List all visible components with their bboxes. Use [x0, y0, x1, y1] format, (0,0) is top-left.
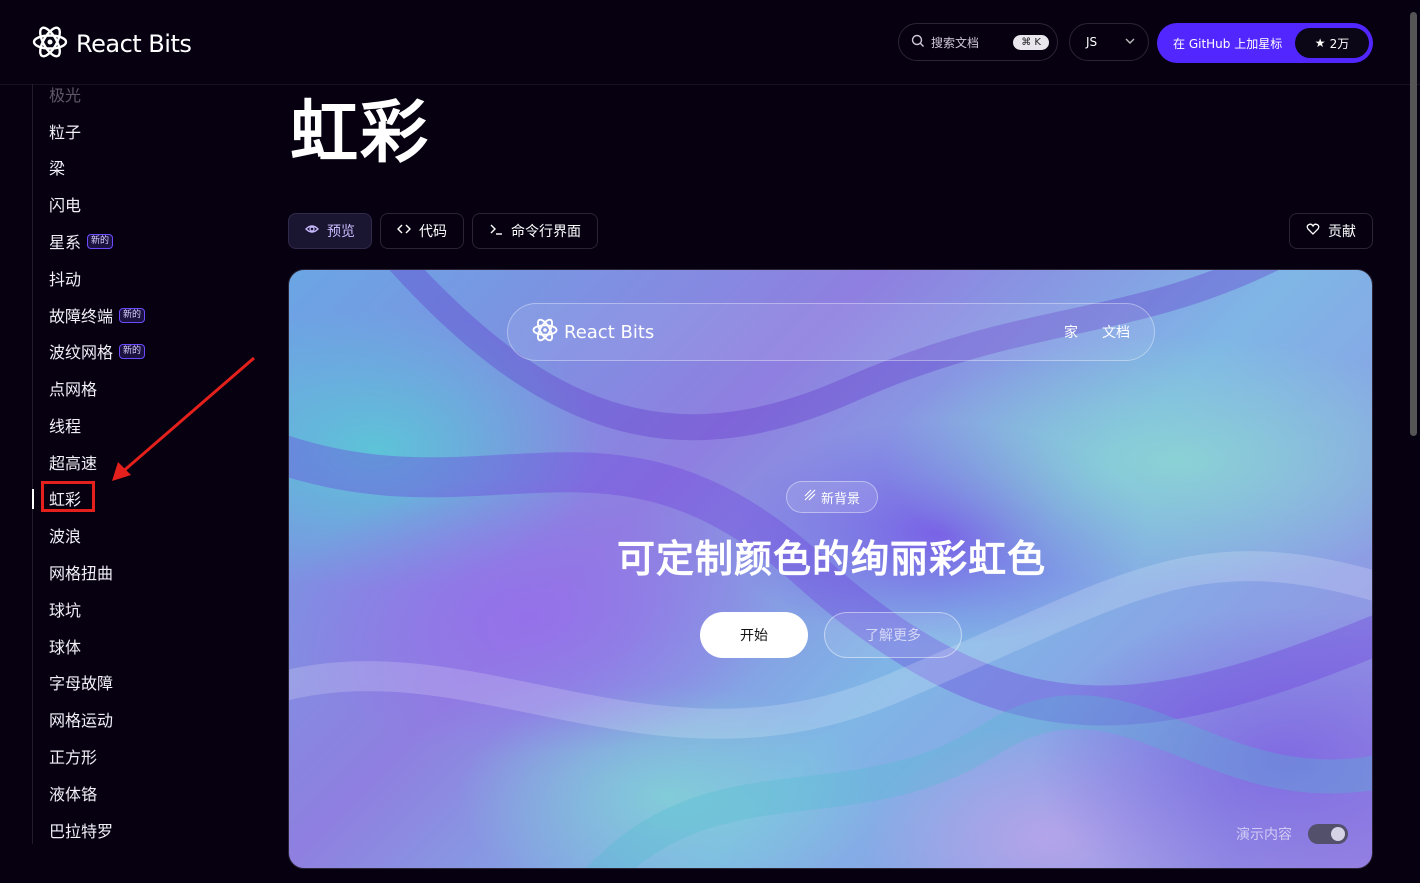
github-star-button[interactable]: 在 GitHub 上加星标 ★ 2万: [1157, 23, 1373, 63]
page-scrollbar[interactable]: [1408, 0, 1420, 883]
tab-label: 代码: [419, 224, 447, 240]
star-count: ★ 2万: [1295, 28, 1369, 58]
chevron-down-icon: [1124, 35, 1136, 50]
preview-nav-docs[interactable]: 文档: [1102, 322, 1130, 342]
search-shortcut: ⌘ K: [1013, 34, 1049, 50]
sidebar-item-label: 巴拉特罗: [49, 822, 114, 841]
preview-badge-label: 新背景: [820, 491, 860, 507]
search-input[interactable]: 搜索文档 ⌘ K: [898, 23, 1058, 61]
tab-cli[interactable]: 命令行界面: [472, 213, 598, 249]
tab-code[interactable]: 代码: [380, 213, 464, 249]
sidebar-item-waves[interactable]: 波浪: [49, 523, 81, 547]
contribute-button[interactable]: 贡献: [1289, 213, 1373, 249]
sidebar-item-letter-glitch[interactable]: 字母故障: [49, 670, 113, 694]
sidebar-item-label: 网格运动: [49, 711, 114, 730]
search-placeholder: 搜索文档: [931, 35, 980, 50]
demo-content-label: 演示内容: [1236, 827, 1292, 843]
page-title: 虹彩: [290, 94, 431, 173]
sidebar-item-label: 球体: [49, 638, 82, 657]
sidebar-item-label: 正方形: [49, 748, 98, 767]
sidebar-item-grid-motion[interactable]: 网格运动: [49, 707, 113, 731]
tab-label: 命令行界面: [511, 224, 581, 240]
sidebar-item-label: 球坑: [49, 601, 82, 620]
preview-badge: 新背景: [786, 481, 878, 513]
scroll-thumb[interactable]: [1410, 12, 1417, 436]
github-star-label: 在 GitHub 上加星标: [1173, 36, 1283, 51]
preview-nav-home[interactable]: 家: [1064, 322, 1078, 342]
preview-headline: 可定制颜色的绚丽彩虹色: [616, 537, 1046, 581]
atom-logo-icon: [532, 317, 558, 348]
sidebar-item-balatro[interactable]: 巴拉特罗: [49, 818, 113, 842]
sidebar-item-label: 网格扭曲: [49, 564, 114, 583]
sidebar-item-liquid-chrome[interactable]: 液体铬: [49, 781, 97, 805]
preview-brand-name: React Bits: [564, 321, 655, 343]
sidebar-item-label: 波浪: [49, 527, 82, 546]
code-icon: [397, 222, 411, 240]
preview-canvas[interactable]: React Bits 家 文档 新背景 可定制颜色的绚丽彩虹色 开始 了解更多 …: [288, 269, 1373, 869]
sidebar-item-label: 字母故障: [49, 674, 114, 693]
star-count-value: 2万: [1329, 36, 1350, 51]
tab-preview[interactable]: 预览: [288, 213, 372, 249]
demo-content-toggle[interactable]: [1308, 824, 1348, 844]
contribute-label: 贡献: [1328, 224, 1356, 240]
sidebar-item-squares[interactable]: 正方形: [49, 744, 97, 768]
sidebar-item-ballpit[interactable]: 球坑: [49, 597, 81, 621]
language-value: JS: [1086, 35, 1098, 49]
preview-nav-links: 家 文档: [1064, 322, 1130, 342]
sparkle-icon: [804, 489, 816, 505]
sidebar-item-label: 液体铬: [49, 785, 98, 804]
annotation-arrow-icon: [112, 356, 255, 481]
preview-navbar: React Bits 家 文档: [507, 303, 1155, 361]
learn-more-button[interactable]: 了解更多: [824, 612, 962, 658]
sidebar-item-grid-distortion[interactable]: 网格扭曲: [49, 560, 113, 584]
toggle-knob: [1331, 827, 1345, 841]
preview-brand[interactable]: React Bits: [532, 317, 654, 348]
sidebar-item-orb[interactable]: 球体: [49, 634, 81, 658]
terminal-icon: [489, 222, 503, 240]
eye-icon: [305, 222, 319, 240]
heart-icon: [1306, 222, 1320, 240]
get-started-button[interactable]: 开始: [700, 612, 808, 658]
search-icon: [911, 34, 925, 51]
tab-label: 预览: [327, 224, 355, 240]
language-select[interactable]: JS: [1069, 23, 1149, 61]
star-icon: ★: [1314, 36, 1326, 50]
